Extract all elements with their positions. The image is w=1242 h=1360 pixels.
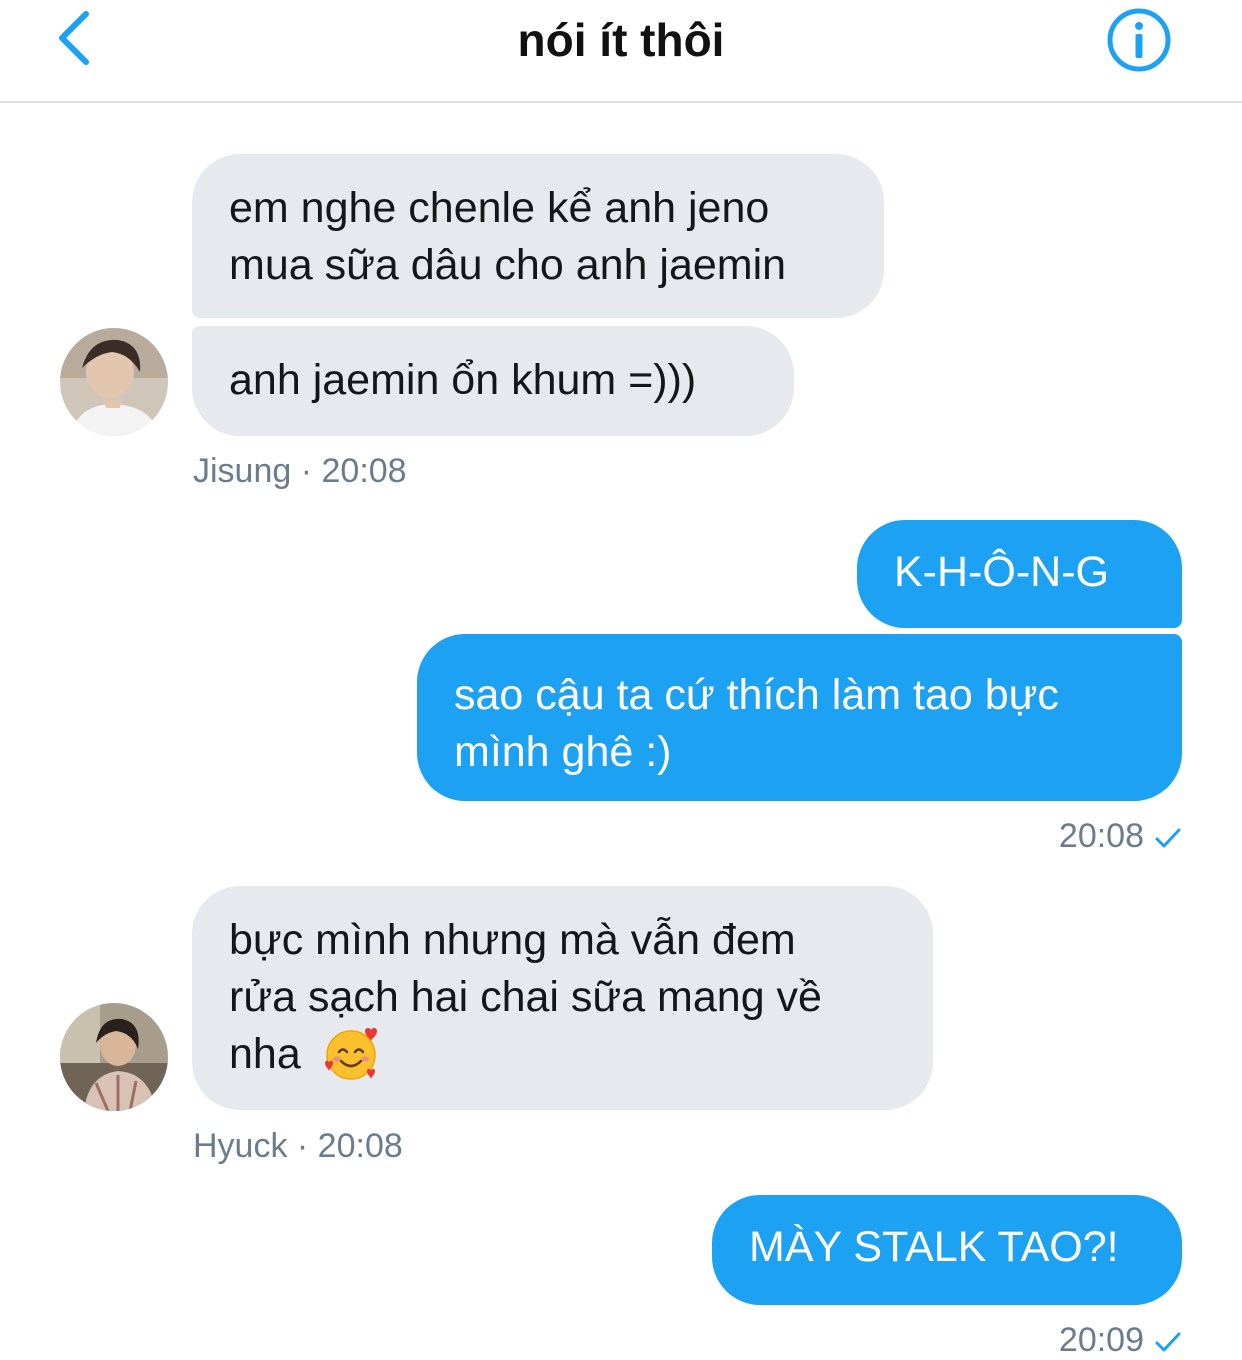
- checkmark-icon: [1155, 828, 1181, 848]
- conversation-title[interactable]: nói ít thôi: [0, 10, 1242, 70]
- message-line: K-H-Ô-N-G: [894, 548, 1109, 596]
- message-line: anh jaemin ổn khum =))): [229, 356, 697, 404]
- message-line: mua sữa dâu cho anh jaemin: [229, 241, 787, 289]
- message-time: 20:09: [1058, 1321, 1144, 1359]
- message-line: nha: [229, 1030, 301, 1078]
- checkmark-icon: [1155, 1332, 1181, 1352]
- smiling-face-with-hearts-icon: [324, 1027, 377, 1080]
- message-meta: Jisung · 20:08: [193, 452, 407, 490]
- info-button[interactable]: [1106, 7, 1172, 73]
- message-line: em nghe chenle kể anh jeno: [229, 184, 770, 232]
- chat-header: nói ít thôi: [0, 0, 1242, 103]
- avatar-jisung[interactable]: [60, 328, 168, 436]
- message-meta: 20:08: [1000, 816, 1182, 856]
- message-bubble-sent[interactable]: MÀY STALK TAO?!: [712, 1195, 1182, 1305]
- info-circle-icon: [1107, 8, 1171, 72]
- message-bubble-received[interactable]: bực mình nhưng mà vẫn đem rửa sạch hai c…: [192, 886, 933, 1110]
- message-bubble-received[interactable]: anh jaemin ổn khum =))): [192, 326, 794, 436]
- message-meta: 20:09: [1000, 1320, 1182, 1360]
- message-line: MÀY STALK TAO?!: [749, 1223, 1119, 1271]
- message-time: 20:08: [1058, 817, 1144, 855]
- message-line-with-emoji: nha: [229, 1026, 896, 1083]
- message-line: rửa sạch hai chai sữa mang về: [229, 973, 822, 1021]
- message-bubble-received[interactable]: em nghe chenle kể anh jeno mua sữa dâu c…: [192, 154, 884, 318]
- message-meta: Hyuck · 20:08: [193, 1127, 403, 1165]
- avatar-hyuck[interactable]: [60, 1003, 168, 1111]
- avatar-photo: [60, 328, 168, 436]
- message-bubble-sent[interactable]: sao cậu ta cứ thích làm tao bực mình ghê…: [417, 634, 1182, 801]
- message-line: sao cậu ta cứ thích làm tao bực: [454, 671, 1059, 719]
- message-bubble-sent[interactable]: K-H-Ô-N-G: [857, 520, 1182, 628]
- message-line: bực mình nhưng mà vẫn đem: [229, 916, 796, 964]
- message-line: mình ghê :): [454, 728, 672, 776]
- avatar-photo: [60, 1003, 168, 1111]
